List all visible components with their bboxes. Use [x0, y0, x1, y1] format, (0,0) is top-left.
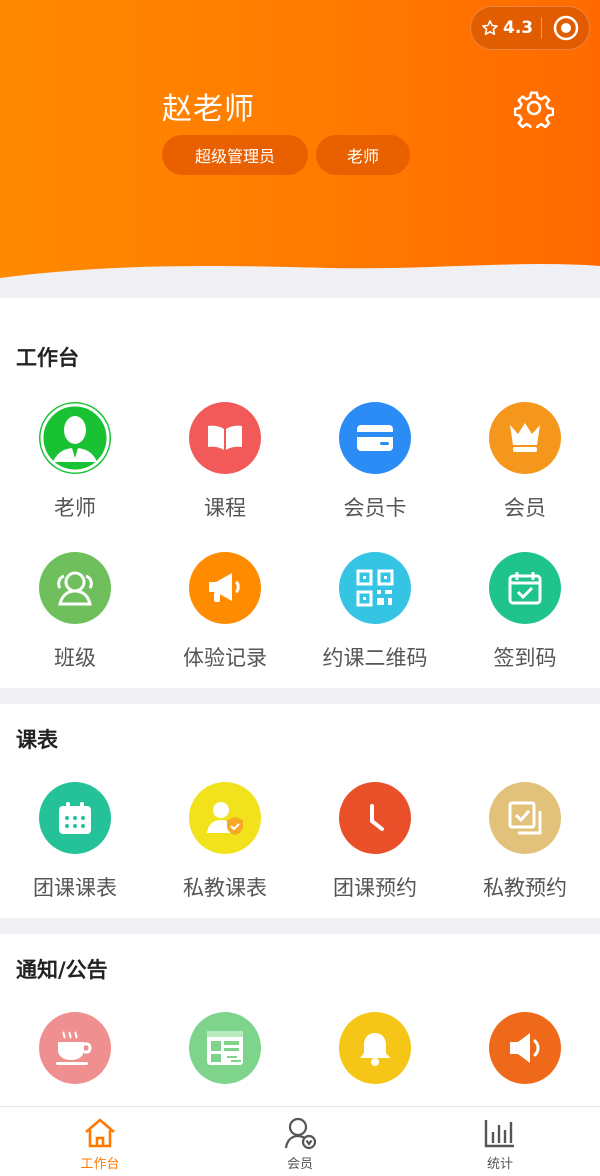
grid-item-group-schedule[interactable]: 团课课表	[0, 782, 150, 902]
profile-header: 4.3 赵老师 超级管理员 老师	[0, 0, 600, 300]
speaker-icon	[489, 1012, 561, 1084]
user-name: 赵老师	[162, 92, 255, 127]
calendar-icon	[39, 782, 111, 854]
tab-label: 统计	[486, 1157, 513, 1172]
crown-icon	[489, 402, 561, 474]
grid-item-label: 团课预约	[333, 876, 417, 900]
card-icon	[339, 402, 411, 474]
tab-statistics[interactable]: 统计	[440, 1113, 560, 1172]
grid-item-notice-4[interactable]	[450, 1012, 600, 1102]
tab-member[interactable]: 会员	[240, 1113, 360, 1172]
grid-item-label: 团课课表	[33, 876, 117, 900]
grid-item-label: 课程	[204, 496, 246, 520]
grid-item-trial-record[interactable]: 体验记录	[150, 552, 300, 672]
tab-label: 工作台	[80, 1157, 120, 1172]
target-icon	[553, 15, 578, 41]
grid-item-notice-1[interactable]	[0, 1012, 150, 1102]
grid-item-label: 会员	[504, 496, 546, 520]
grid-item-teacher[interactable]: 老师	[0, 402, 150, 522]
user-shield-icon	[189, 782, 261, 854]
role-tag-teacher: 老师	[316, 135, 410, 175]
book-icon	[189, 402, 261, 474]
grid-item-member-card[interactable]: 会员卡	[300, 402, 450, 522]
calendar-check-icon	[489, 552, 561, 624]
grid-item-member[interactable]: 会员	[450, 402, 600, 522]
grid-item-label: 签到码	[493, 646, 557, 670]
teacher-icon	[39, 402, 111, 474]
group-icon	[39, 552, 111, 624]
section-title-notices: 通知/公告	[16, 958, 108, 982]
coffee-icon	[39, 1012, 111, 1084]
grid-item-label: 班级	[54, 646, 96, 670]
header-wave	[0, 264, 600, 300]
role-tag-super-admin: 超级管理员	[162, 135, 308, 175]
grid-item-notice-3[interactable]	[300, 1012, 450, 1102]
member-icon	[284, 1117, 317, 1150]
bell-icon	[339, 1012, 411, 1084]
tab-workbench[interactable]: 工作台	[40, 1113, 160, 1172]
section-title-schedule: 课表	[16, 728, 58, 752]
grid-item-label: 体验记录	[183, 646, 267, 670]
settings-gear-icon[interactable]	[514, 88, 554, 128]
grid-item-label: 老师	[54, 496, 96, 520]
check-copy-icon	[489, 782, 561, 854]
grid-item-label: 私教课表	[183, 876, 267, 900]
qrcode-icon	[339, 552, 411, 624]
star-icon	[482, 20, 498, 36]
close-capsule-button[interactable]	[542, 15, 589, 41]
grid-item-class[interactable]: 班级	[0, 552, 150, 672]
megaphone-icon	[189, 552, 261, 624]
table-icon	[189, 1012, 261, 1084]
grid-item-course[interactable]: 课程	[150, 402, 300, 522]
notices-section: 通知/公告	[0, 934, 600, 1106]
section-title-workbench: 工作台	[16, 346, 79, 370]
grid-item-checkin-code[interactable]: 签到码	[450, 552, 600, 672]
chart-icon	[484, 1120, 514, 1148]
grid-item-booking-qrcode[interactable]: 约课二维码	[300, 552, 450, 672]
grid-item-label: 私教预约	[483, 876, 567, 900]
home-icon	[85, 1118, 115, 1148]
rating-value: 4.3	[503, 18, 534, 38]
rating-button[interactable]: 4.3	[471, 18, 541, 38]
mini-program-capsule: 4.3	[470, 6, 590, 50]
tab-label: 会员	[286, 1157, 313, 1172]
grid-item-label: 约课二维码	[322, 646, 428, 670]
clock-icon	[339, 782, 411, 854]
grid-item-notice-2[interactable]	[150, 1012, 300, 1102]
schedule-section: 课表 团课课表 私教课表 团课预约 私教预约	[0, 704, 600, 918]
bottom-tab-bar: 工作台 会员 统计	[0, 1106, 600, 1176]
workbench-section: 工作台 老师 课程 会员卡 会员 班级 体验记录 约课二维码 签到码	[0, 298, 600, 688]
grid-item-group-booking[interactable]: 团课预约	[300, 782, 450, 902]
grid-item-private-schedule[interactable]: 私教课表	[150, 782, 300, 902]
grid-item-label: 会员卡	[343, 496, 407, 520]
grid-item-private-booking[interactable]: 私教预约	[450, 782, 600, 902]
